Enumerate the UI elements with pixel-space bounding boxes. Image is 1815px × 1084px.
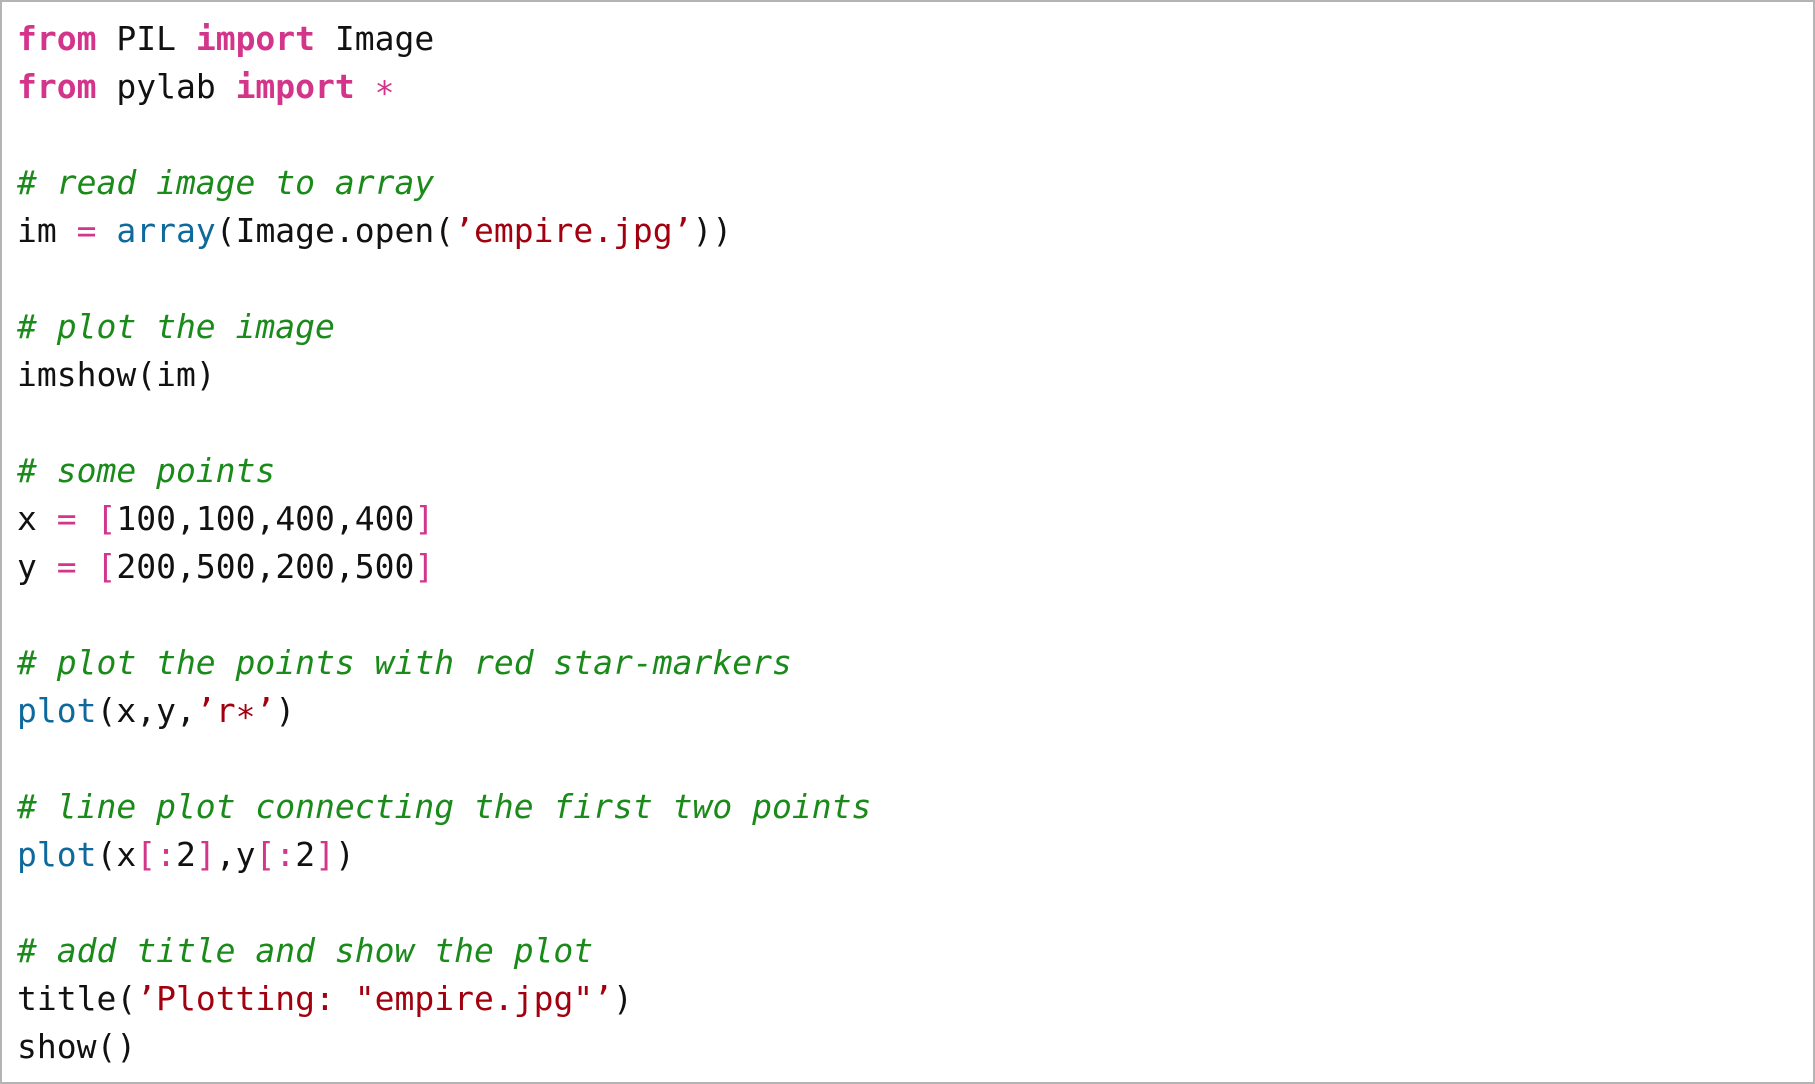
code-token: 2 bbox=[295, 835, 316, 874]
keyword-token: import bbox=[195, 19, 316, 58]
operator-token: ∗ bbox=[374, 67, 395, 106]
code-token: ) bbox=[334, 835, 355, 874]
code-line: imshow(im) bbox=[17, 351, 871, 399]
code-block: from PIL import Image from pylab import ∗… bbox=[17, 15, 871, 1071]
code-token: ,y bbox=[215, 835, 256, 874]
code-token: )) bbox=[692, 211, 733, 250]
comment-token: # read image to array bbox=[17, 163, 435, 202]
code-token: (x,y, bbox=[96, 691, 196, 730]
code-token: (x bbox=[96, 835, 137, 874]
code-line: plot(x[:2],y[:2]) bbox=[17, 831, 871, 879]
code-token: 200,500,200,500 bbox=[116, 547, 415, 586]
operator-token: [ bbox=[96, 499, 117, 538]
code-token: PIL bbox=[96, 19, 196, 58]
function-token: plot bbox=[17, 691, 97, 730]
comment-token: # plot the image bbox=[17, 307, 335, 346]
code-token: imshow(im) bbox=[17, 355, 216, 394]
code-token: 100,100,400,400 bbox=[116, 499, 415, 538]
code-line: x = [100,100,400,400] bbox=[17, 495, 871, 543]
string-token: ’Plotting: "empire.jpg"’ bbox=[136, 979, 614, 1018]
code-listing-frame: from PIL import Image from pylab import ∗… bbox=[0, 0, 1815, 1084]
code-line: im = array(Image.open(’empire.jpg’)) bbox=[17, 207, 871, 255]
keyword-token: from bbox=[17, 67, 97, 106]
comment-token: # some points bbox=[17, 451, 276, 490]
code-line: # some points bbox=[17, 447, 871, 495]
code-line: # line plot connecting the first two poi… bbox=[17, 783, 871, 831]
keyword-token: from bbox=[17, 19, 97, 58]
operator-token: = bbox=[56, 499, 77, 538]
operator-token: = bbox=[56, 547, 77, 586]
string-token: ’empire.jpg’ bbox=[454, 211, 693, 250]
code-line: y = [200,500,200,500] bbox=[17, 543, 871, 591]
code-line: # add title and show the plot bbox=[17, 927, 871, 975]
comment-token: # add title and show the plot bbox=[17, 931, 594, 970]
code-token: y bbox=[17, 547, 57, 586]
function-token: plot bbox=[17, 835, 97, 874]
operator-token: [: bbox=[255, 835, 296, 874]
operator-token: ] bbox=[315, 835, 335, 874]
comment-token: # plot the points with red star-markers bbox=[17, 643, 792, 682]
code-line: plot(x,y,’r∗’) bbox=[17, 687, 871, 735]
keyword-token: import bbox=[235, 67, 355, 106]
code-line: from pylab import ∗ bbox=[17, 63, 871, 111]
code-token: ) bbox=[613, 979, 633, 1018]
code-token: x bbox=[17, 499, 57, 538]
code-token: (Image.open( bbox=[215, 211, 455, 250]
code-token: pylab bbox=[96, 67, 236, 106]
code-line: # plot the image bbox=[17, 303, 871, 351]
code-token: show() bbox=[17, 1027, 137, 1066]
code-line: # read image to array bbox=[17, 159, 871, 207]
operator-token: = bbox=[76, 211, 97, 250]
code-token: im bbox=[17, 211, 77, 250]
code-line: # plot the points with red star-markers bbox=[17, 639, 871, 687]
operator-token: ] bbox=[414, 547, 435, 586]
operator-token: ] bbox=[195, 835, 216, 874]
function-token: array bbox=[116, 211, 216, 250]
code-line: show() bbox=[17, 1023, 871, 1071]
code-line: from PIL import Image bbox=[17, 15, 871, 63]
comment-token: # line plot connecting the first two poi… bbox=[17, 787, 872, 826]
string-token: ’r∗’ bbox=[195, 691, 276, 730]
code-token: ) bbox=[275, 691, 296, 730]
code-line: title(’Plotting: "empire.jpg"’) bbox=[17, 975, 871, 1023]
operator-token: ] bbox=[414, 499, 435, 538]
code-token: Image bbox=[315, 19, 435, 58]
code-token: 2 bbox=[175, 835, 196, 874]
operator-token: [: bbox=[136, 835, 176, 874]
operator-token: [ bbox=[96, 547, 117, 586]
code-token: title( bbox=[17, 979, 137, 1018]
